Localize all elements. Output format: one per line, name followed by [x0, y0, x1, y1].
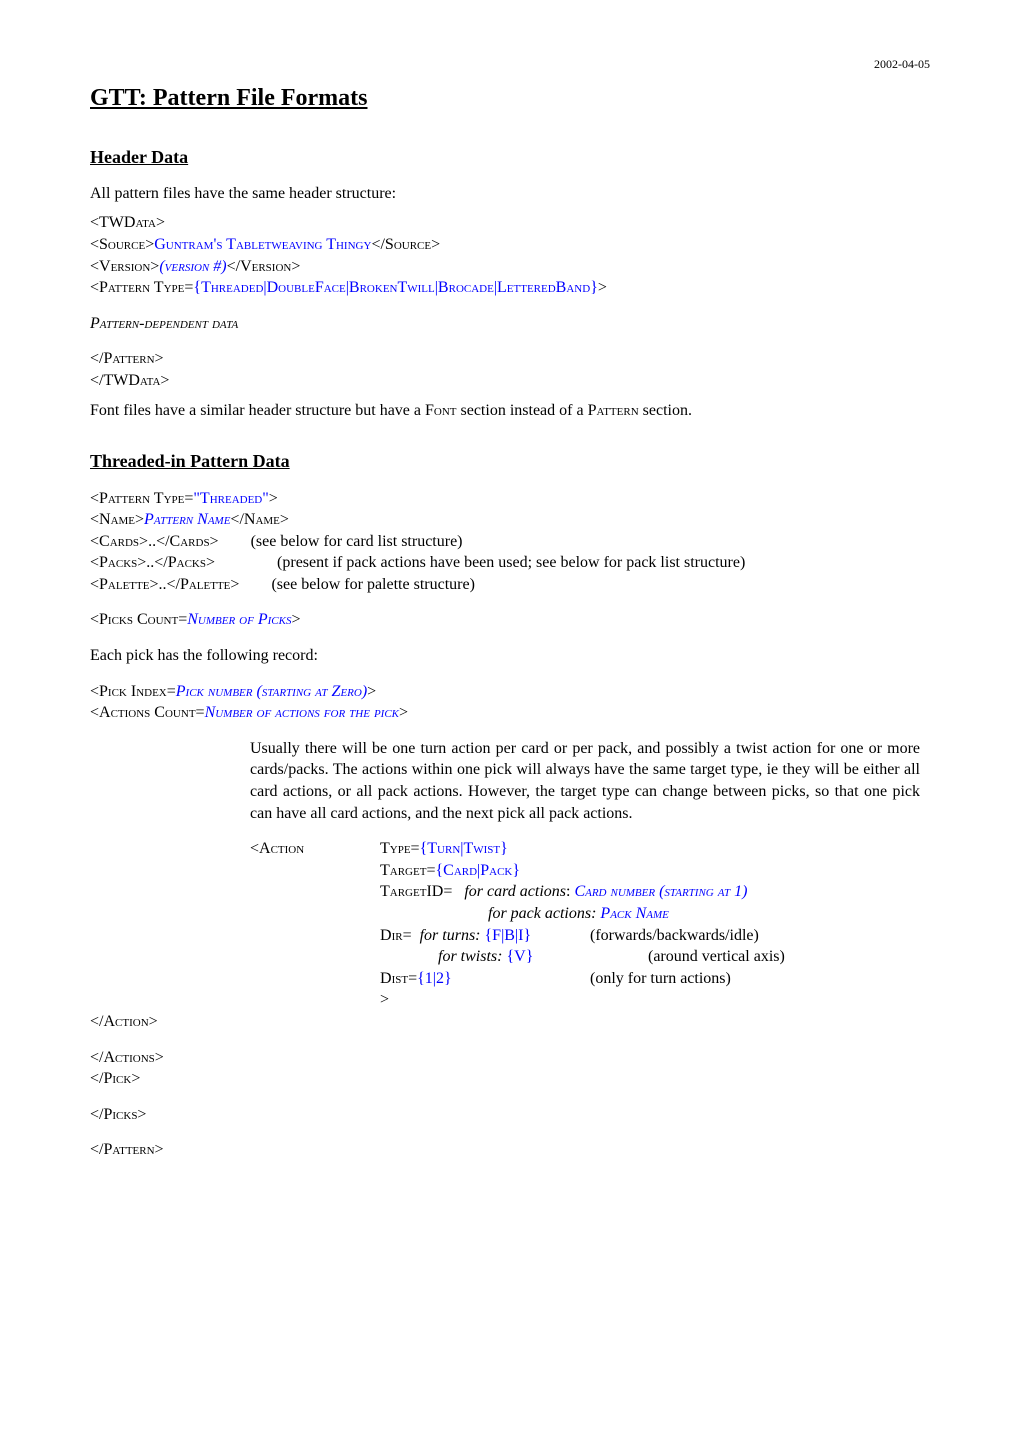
each-pick-note: Each pick has the following record: [90, 645, 930, 667]
usage-paragraph: Usually there will be one turn action pe… [250, 738, 930, 824]
header-data-heading: Header Data [90, 145, 930, 169]
pick-open: <Pick Index=Pick number (starting at Zer… [90, 681, 930, 703]
action-close: </Action> [90, 1011, 930, 1033]
pattern-close: </Pattern> [90, 348, 930, 370]
actions-open: <Actions Count=Number of actions for the… [90, 702, 930, 724]
twdata-close: </TWData> [90, 370, 930, 392]
pattern-type-line: <Pattern Type={Threaded|DoubleFace|Broke… [90, 277, 930, 299]
palette-line: <Palette>..</Palette> (see below for pal… [90, 574, 930, 596]
actions-close: </Actions> [90, 1047, 930, 1069]
source-line: <Source>Guntram's Tabletweaving Thingy</… [90, 234, 930, 256]
pattern-close-2: </Pattern> [90, 1139, 930, 1161]
version-line: <Version>(version #)</Version> [90, 256, 930, 278]
cards-line: <Cards>..</Cards> (see below for card li… [90, 531, 930, 553]
page-date: 2002-04-05 [90, 56, 930, 72]
pick-close: </Pick> [90, 1068, 930, 1090]
font-note: Font files have a similar header structu… [90, 400, 930, 422]
threaded-heading: Threaded-in Pattern Data [90, 449, 930, 473]
name-line: <Name>Pattern Name</Name> [90, 509, 930, 531]
pattern-dependent-data: Pattern-dependent data [90, 313, 930, 335]
pattern-threaded-open: <Pattern Type="Threaded"> [90, 488, 930, 510]
page-title: GTT: Pattern File Formats [90, 82, 930, 114]
twdata-open: <TWData> [90, 212, 930, 234]
picks-close: </Picks> [90, 1104, 930, 1126]
header-intro: All pattern files have the same header s… [90, 183, 930, 205]
picks-open: <Picks Count=Number of Picks> [90, 609, 930, 631]
packs-line: <Packs>..</Packs> (present if pack actio… [90, 552, 930, 574]
action-block: <Action Type={Turn|Twist} Target={Card|P… [250, 838, 930, 1011]
